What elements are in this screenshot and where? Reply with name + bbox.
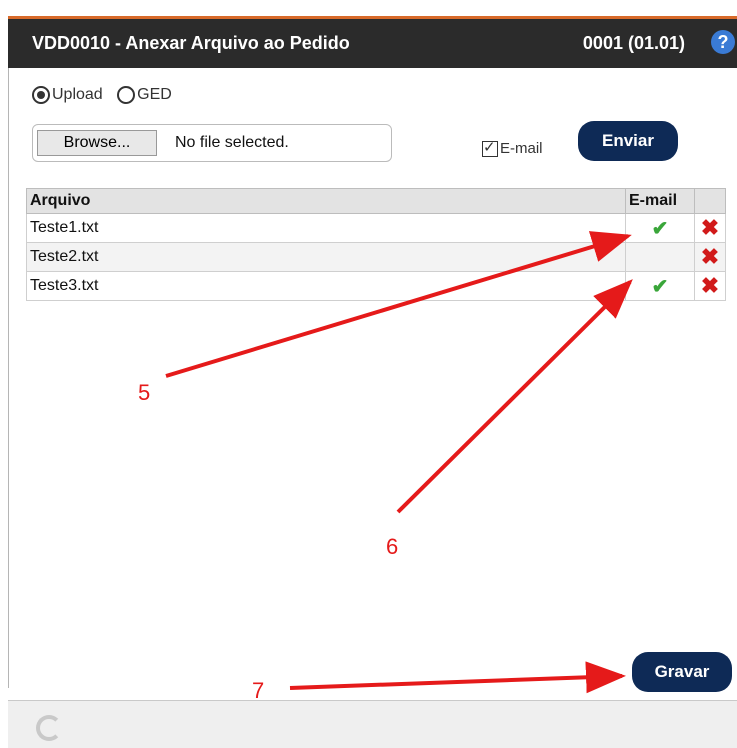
save-button[interactable]: Gravar — [632, 652, 732, 692]
status-bar — [8, 700, 737, 748]
loading-spinner-icon — [36, 715, 62, 741]
annotation-label-5: 5 — [138, 380, 151, 405]
annotation-label-6: 6 — [386, 534, 399, 559]
annotation-arrow-7 — [289, 661, 626, 694]
annotation-arrow-6 — [396, 279, 633, 514]
annotation-arrows — [165, 231, 633, 694]
